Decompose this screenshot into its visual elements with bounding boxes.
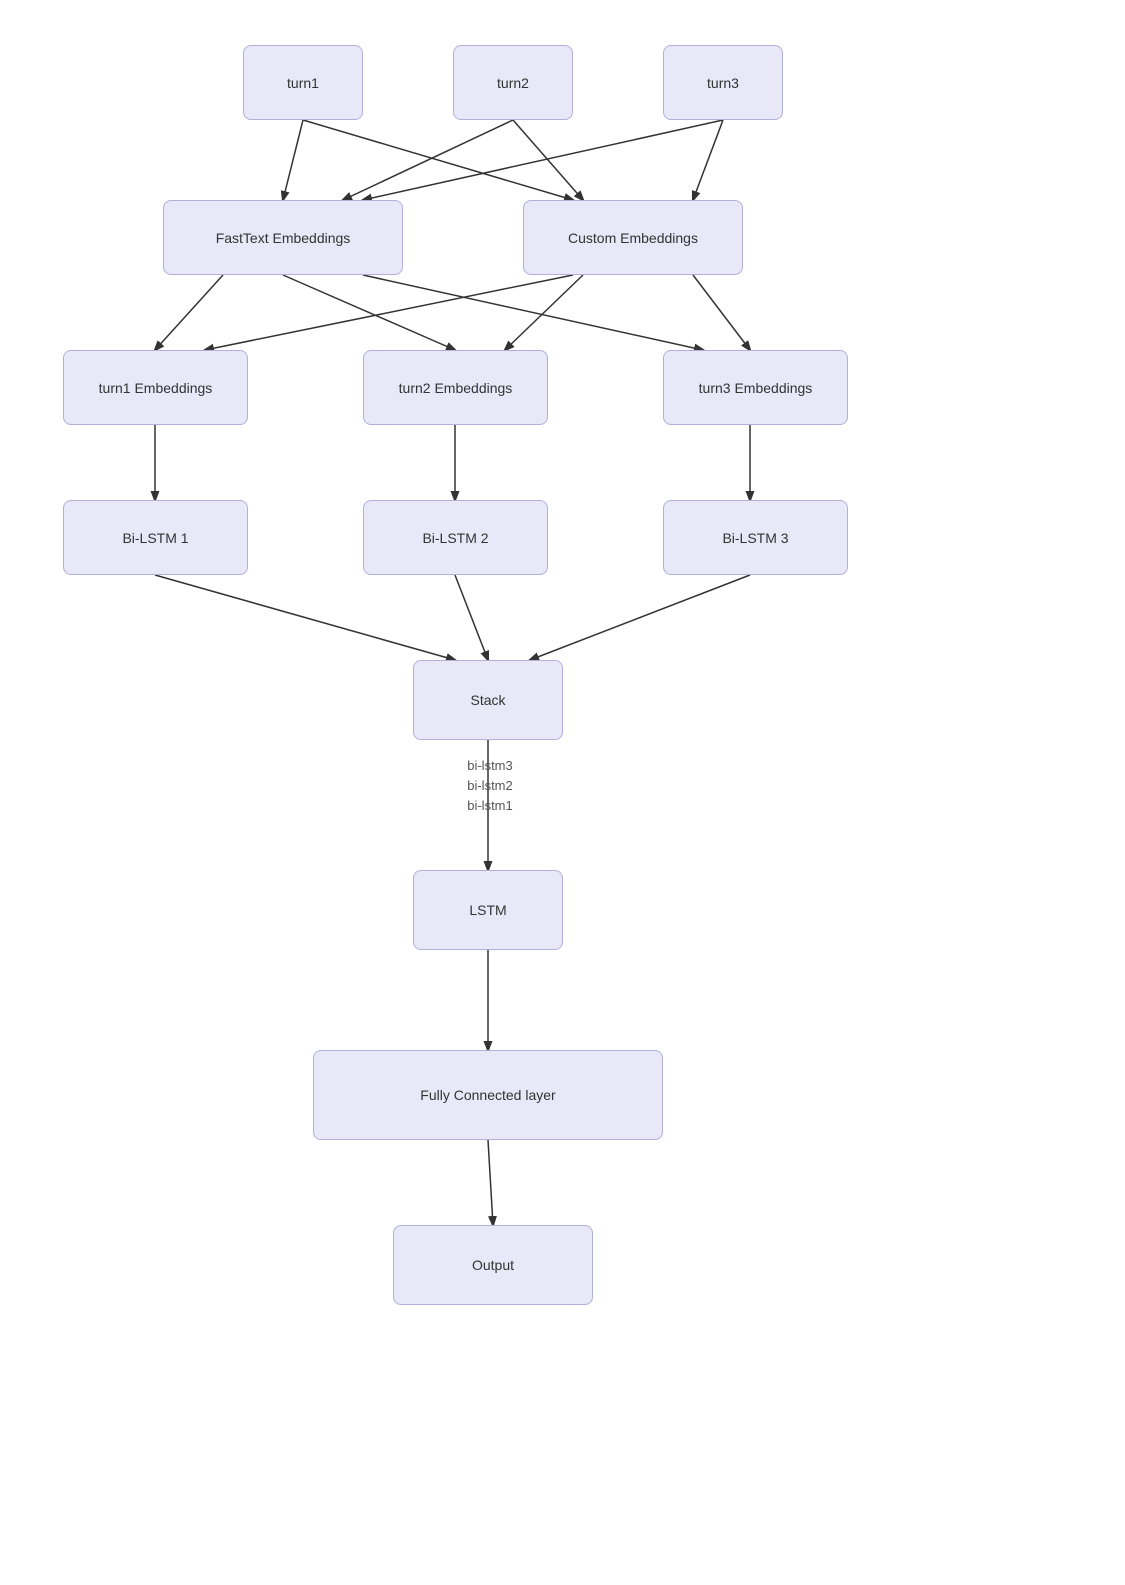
turn1emb-node: turn1 Embeddings	[63, 350, 248, 425]
bilstm3-label: bi-lstm3	[420, 758, 560, 773]
bilstm2-label: bi-lstm2	[420, 778, 560, 793]
bilstm2-node: Bi-LSTM 2	[363, 500, 548, 575]
fc-node: Fully Connected layer	[313, 1050, 663, 1140]
turn3-node: turn3	[663, 45, 783, 120]
fasttext-node: FastText Embeddings	[163, 200, 403, 275]
bilstm3-node: Bi-LSTM 3	[663, 500, 848, 575]
bilstm1-node: Bi-LSTM 1	[63, 500, 248, 575]
lstm-node: LSTM	[413, 870, 563, 950]
custom-node: Custom Embeddings	[523, 200, 743, 275]
output-node: Output	[393, 1225, 593, 1305]
bilstm1-label: bi-lstm1	[420, 798, 560, 813]
diagram: turn1 turn2 turn3 FastText Embeddings Cu…	[0, 0, 1125, 1585]
turn2emb-node: turn2 Embeddings	[363, 350, 548, 425]
turn1-node: turn1	[243, 45, 363, 120]
turn2-node: turn2	[453, 45, 573, 120]
stack-node: Stack	[413, 660, 563, 740]
turn3emb-node: turn3 Embeddings	[663, 350, 848, 425]
